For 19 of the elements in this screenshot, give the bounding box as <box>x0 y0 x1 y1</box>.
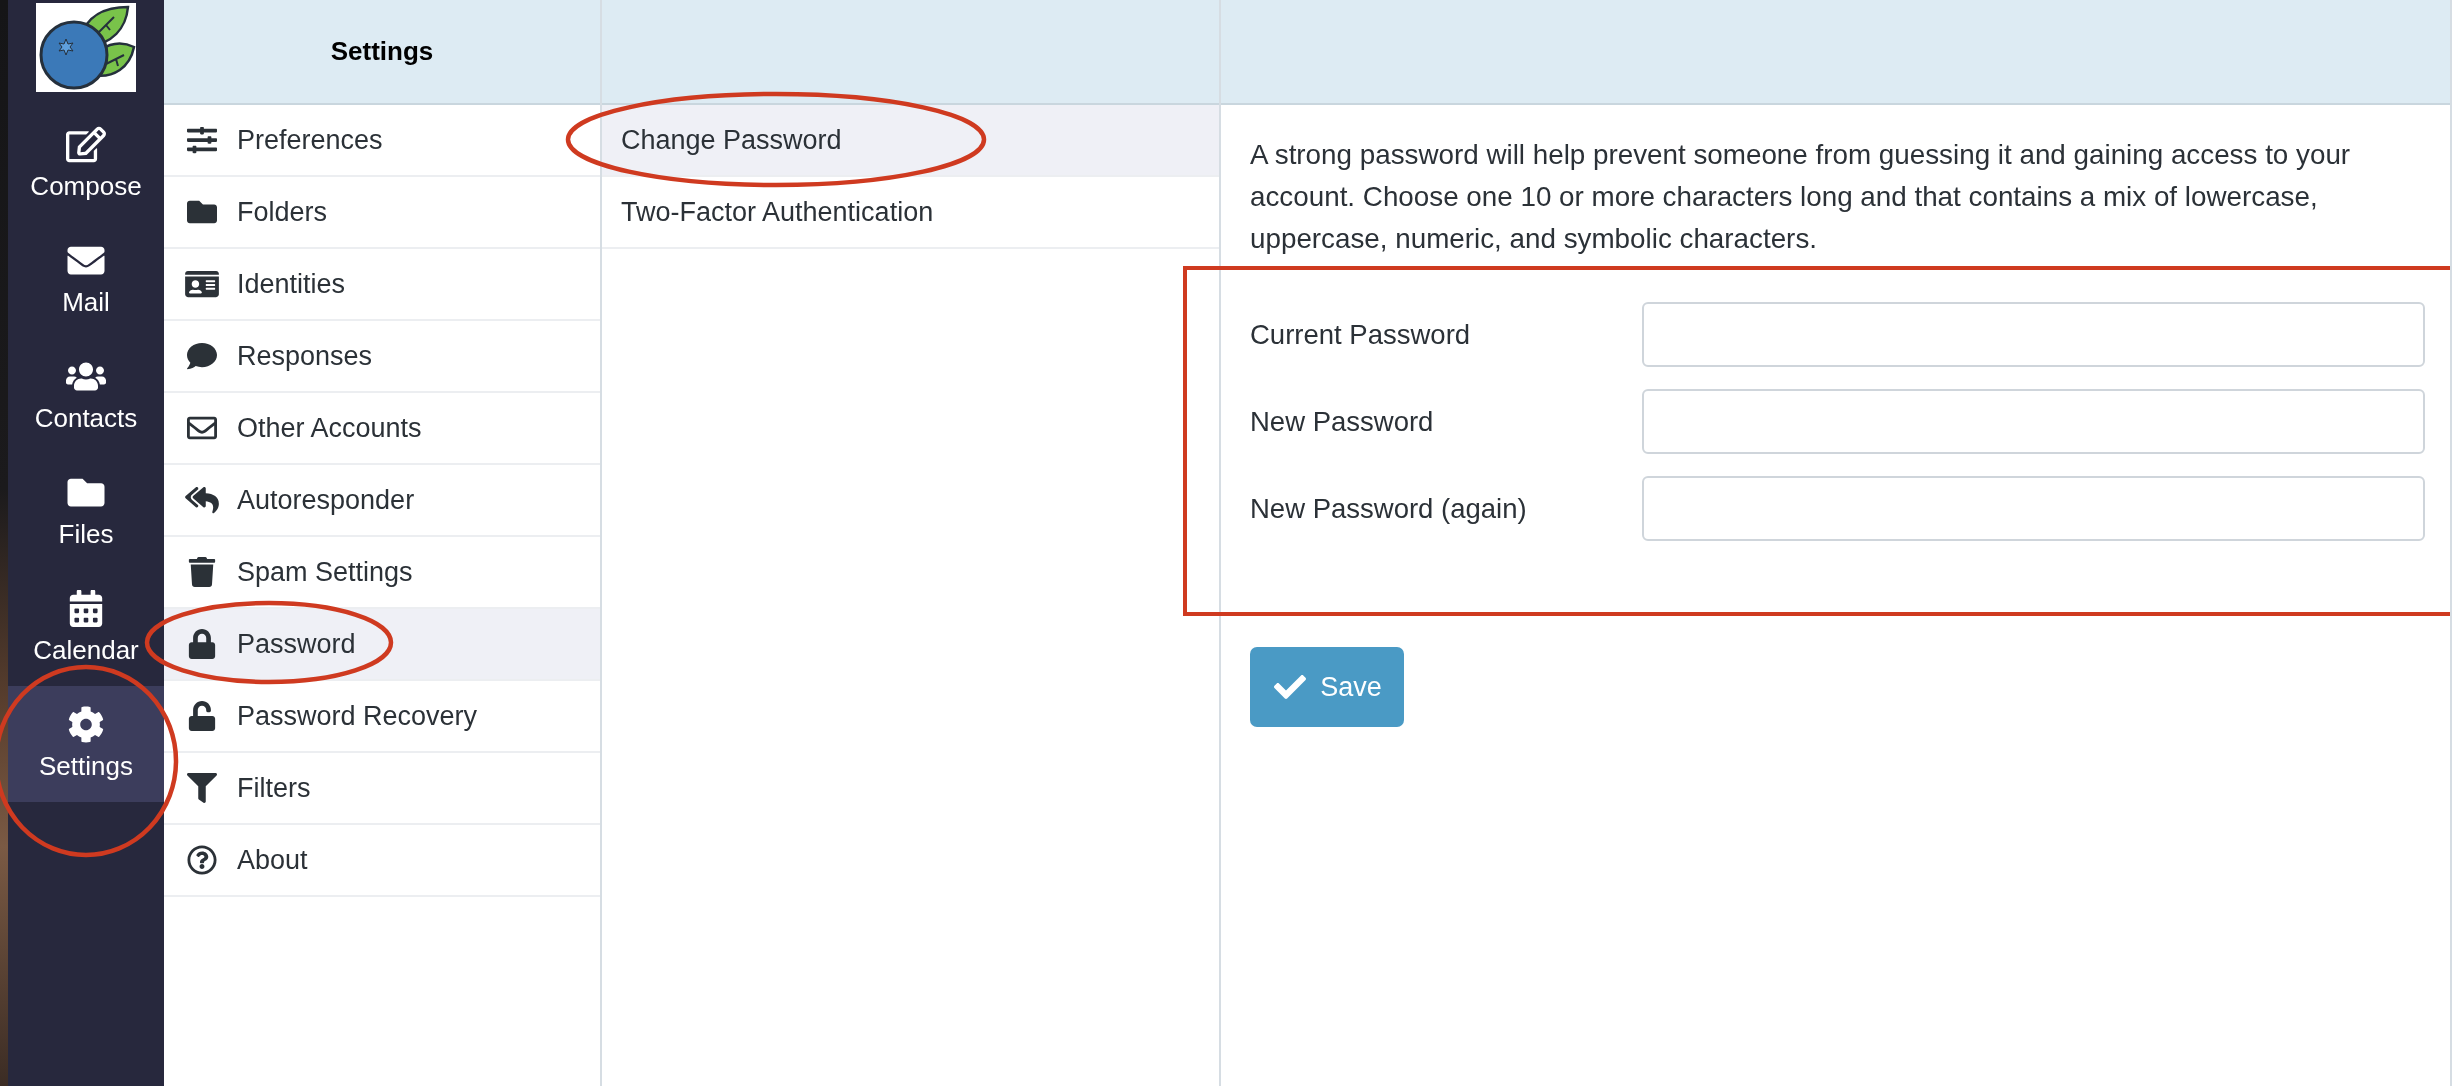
reply-all-icon <box>183 485 221 515</box>
field-label: New Password (again) <box>1250 492 1528 525</box>
nav-item[interactable]: Calendar <box>8 570 164 686</box>
nav-item[interactable]: Files <box>8 454 164 570</box>
nav-item[interactable]: Contacts <box>8 338 164 454</box>
nav-item[interactable]: Mail <box>8 222 164 338</box>
description-text: A strong password will help prevent someone from guessing it and gaining access to your account. Choose one 10 or more characters long and that contains a mix of lowercase, uppercase, numeric, and symbolic characters. <box>1250 138 2352 256</box>
submenu-item[interactable]: Change Password <box>602 105 1219 177</box>
settings-menu-item[interactable]: Password <box>164 609 600 681</box>
field-label: New Password <box>1250 405 1435 438</box>
settings-icon <box>66 706 106 743</box>
nav-item[interactable]: Settings <box>8 686 164 802</box>
settings-header: Settings <box>164 0 600 105</box>
password-field[interactable] <box>1642 302 2425 367</box>
password-field[interactable] <box>1642 389 2425 454</box>
nav-item[interactable]: Compose <box>8 106 164 222</box>
field-label: Current Password <box>1250 318 1472 351</box>
id-card-icon <box>183 269 221 299</box>
password-field[interactable] <box>1642 476 2425 541</box>
